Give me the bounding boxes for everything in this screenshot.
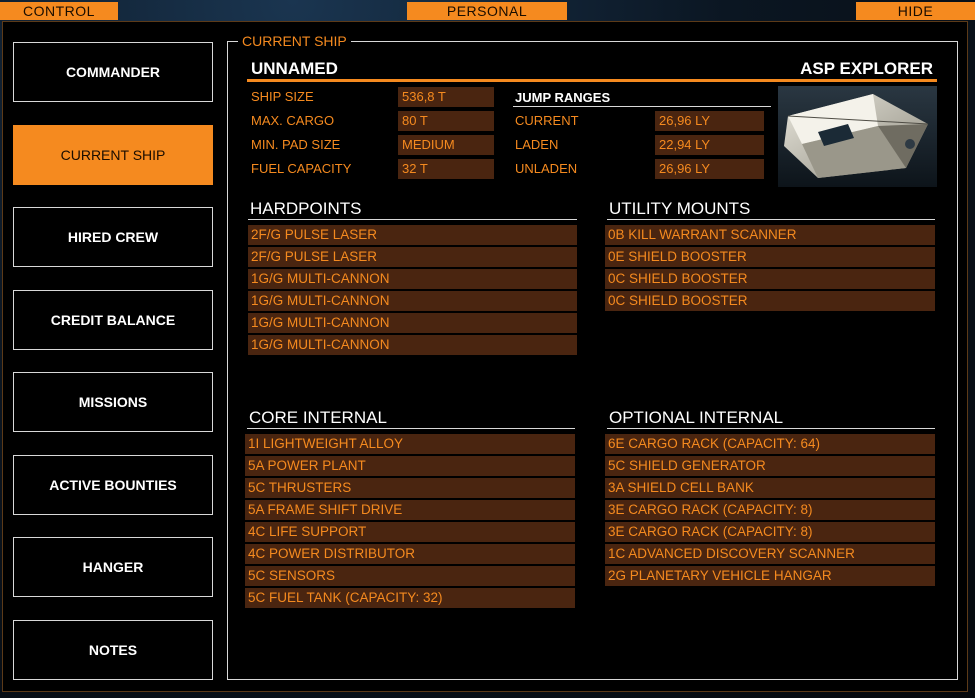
core-internal-title: CORE INTERNAL bbox=[247, 409, 575, 429]
ship-name: UNNAMED bbox=[251, 59, 338, 78]
module-item[interactable]: 4C POWER DISTRIBUTOR bbox=[245, 544, 575, 564]
stat-label: SHIP SIZE bbox=[251, 89, 314, 104]
stat-value: MEDIUM bbox=[398, 135, 494, 155]
top-bar: CONTROL PERSONAL HIDE bbox=[0, 0, 975, 22]
stat-label: MAX. CARGO bbox=[251, 113, 335, 128]
module-item[interactable]: 1G/G MULTI-CANNON bbox=[248, 269, 577, 289]
module-item[interactable]: 2F/G PULSE LASER bbox=[248, 247, 577, 267]
nav-button-active-bounties[interactable]: ACTIVE BOUNTIES bbox=[13, 454, 213, 515]
module-item[interactable]: 5C SENSORS bbox=[245, 566, 575, 586]
utility-mounts-title: UTILITY MOUNTS bbox=[607, 200, 935, 220]
nav-button-current-ship[interactable]: CURRENT SHIP bbox=[13, 124, 213, 185]
optional-internal-title: OPTIONAL INTERNAL bbox=[607, 409, 935, 429]
module-item[interactable]: 5A POWER PLANT bbox=[245, 456, 575, 476]
tab-personal[interactable]: PERSONAL bbox=[407, 2, 567, 20]
module-item[interactable]: 1C ADVANCED DISCOVERY SCANNER bbox=[605, 544, 935, 564]
nav-button-hired-crew[interactable]: HIRED CREW bbox=[13, 207, 213, 267]
ship-header: UNNAMED ASP EXPLORER bbox=[247, 58, 937, 82]
nav-button-hanger[interactable]: HANGER bbox=[13, 537, 213, 597]
jump-range-value: 26,96 LY bbox=[655, 111, 764, 131]
module-item[interactable]: 6E CARGO RACK (CAPACITY: 64) bbox=[605, 434, 935, 454]
tab-control[interactable]: CONTROL bbox=[0, 2, 118, 20]
stat-label: FUEL CAPACITY bbox=[251, 161, 352, 176]
jump-range-label: LADEN bbox=[515, 137, 559, 152]
module-item[interactable]: 1G/G MULTI-CANNON bbox=[248, 291, 577, 311]
module-item[interactable]: 3E CARGO RACK (CAPACITY: 8) bbox=[605, 522, 935, 542]
module-item[interactable]: 0B KILL WARRANT SCANNER bbox=[605, 225, 935, 245]
panel-title: CURRENT SHIP bbox=[238, 33, 351, 49]
module-item[interactable]: 1I LIGHTWEIGHT ALLOY bbox=[245, 434, 575, 454]
ship-model: ASP EXPLORER bbox=[800, 59, 933, 78]
module-item[interactable]: 1G/G MULTI-CANNON bbox=[248, 335, 577, 355]
module-item[interactable]: 5A FRAME SHIFT DRIVE bbox=[245, 500, 575, 520]
stat-value: 32 T bbox=[398, 159, 494, 179]
stat-value: 536,8 T bbox=[398, 87, 494, 107]
module-item[interactable]: 1G/G MULTI-CANNON bbox=[248, 313, 577, 333]
module-item[interactable]: 3E CARGO RACK (CAPACITY: 8) bbox=[605, 500, 935, 520]
jump-range-label: UNLADEN bbox=[515, 161, 578, 176]
ship-illustration-icon bbox=[784, 94, 929, 178]
ship-image bbox=[778, 86, 937, 187]
module-item[interactable]: 5C FUEL TANK (CAPACITY: 32) bbox=[245, 588, 575, 608]
module-item[interactable]: 2F/G PULSE LASER bbox=[248, 225, 577, 245]
stat-label: MIN. PAD SIZE bbox=[251, 137, 341, 152]
nav-button-notes[interactable]: NOTES bbox=[13, 619, 213, 680]
module-item[interactable]: 5C SHIELD GENERATOR bbox=[605, 456, 935, 476]
module-item[interactable]: 5C THRUSTERS bbox=[245, 478, 575, 498]
hardpoints-title: HARDPOINTS bbox=[248, 200, 577, 220]
module-item[interactable]: 2G PLANETARY VEHICLE HANGAR bbox=[605, 566, 935, 586]
module-item[interactable]: 0C SHIELD BOOSTER bbox=[605, 269, 935, 289]
jump-range-value: 22,94 LY bbox=[655, 135, 764, 155]
tab-hide[interactable]: HIDE bbox=[856, 2, 975, 20]
module-item[interactable]: 3A SHIELD CELL BANK bbox=[605, 478, 935, 498]
stat-value: 80 T bbox=[398, 111, 494, 131]
jump-range-label: CURRENT bbox=[515, 113, 579, 128]
nav-button-commander[interactable]: COMMANDER bbox=[13, 42, 213, 102]
module-item[interactable]: 0E SHIELD BOOSTER bbox=[605, 247, 935, 267]
module-item[interactable]: 0C SHIELD BOOSTER bbox=[605, 291, 935, 311]
jump-ranges-title: JUMP RANGES bbox=[513, 90, 771, 107]
module-item[interactable]: 4C LIFE SUPPORT bbox=[245, 522, 575, 542]
nav-button-missions[interactable]: MISSIONS bbox=[13, 372, 213, 432]
jump-range-value: 26,96 LY bbox=[655, 159, 764, 179]
nav-button-credit-balance[interactable]: CREDIT BALANCE bbox=[13, 289, 213, 350]
